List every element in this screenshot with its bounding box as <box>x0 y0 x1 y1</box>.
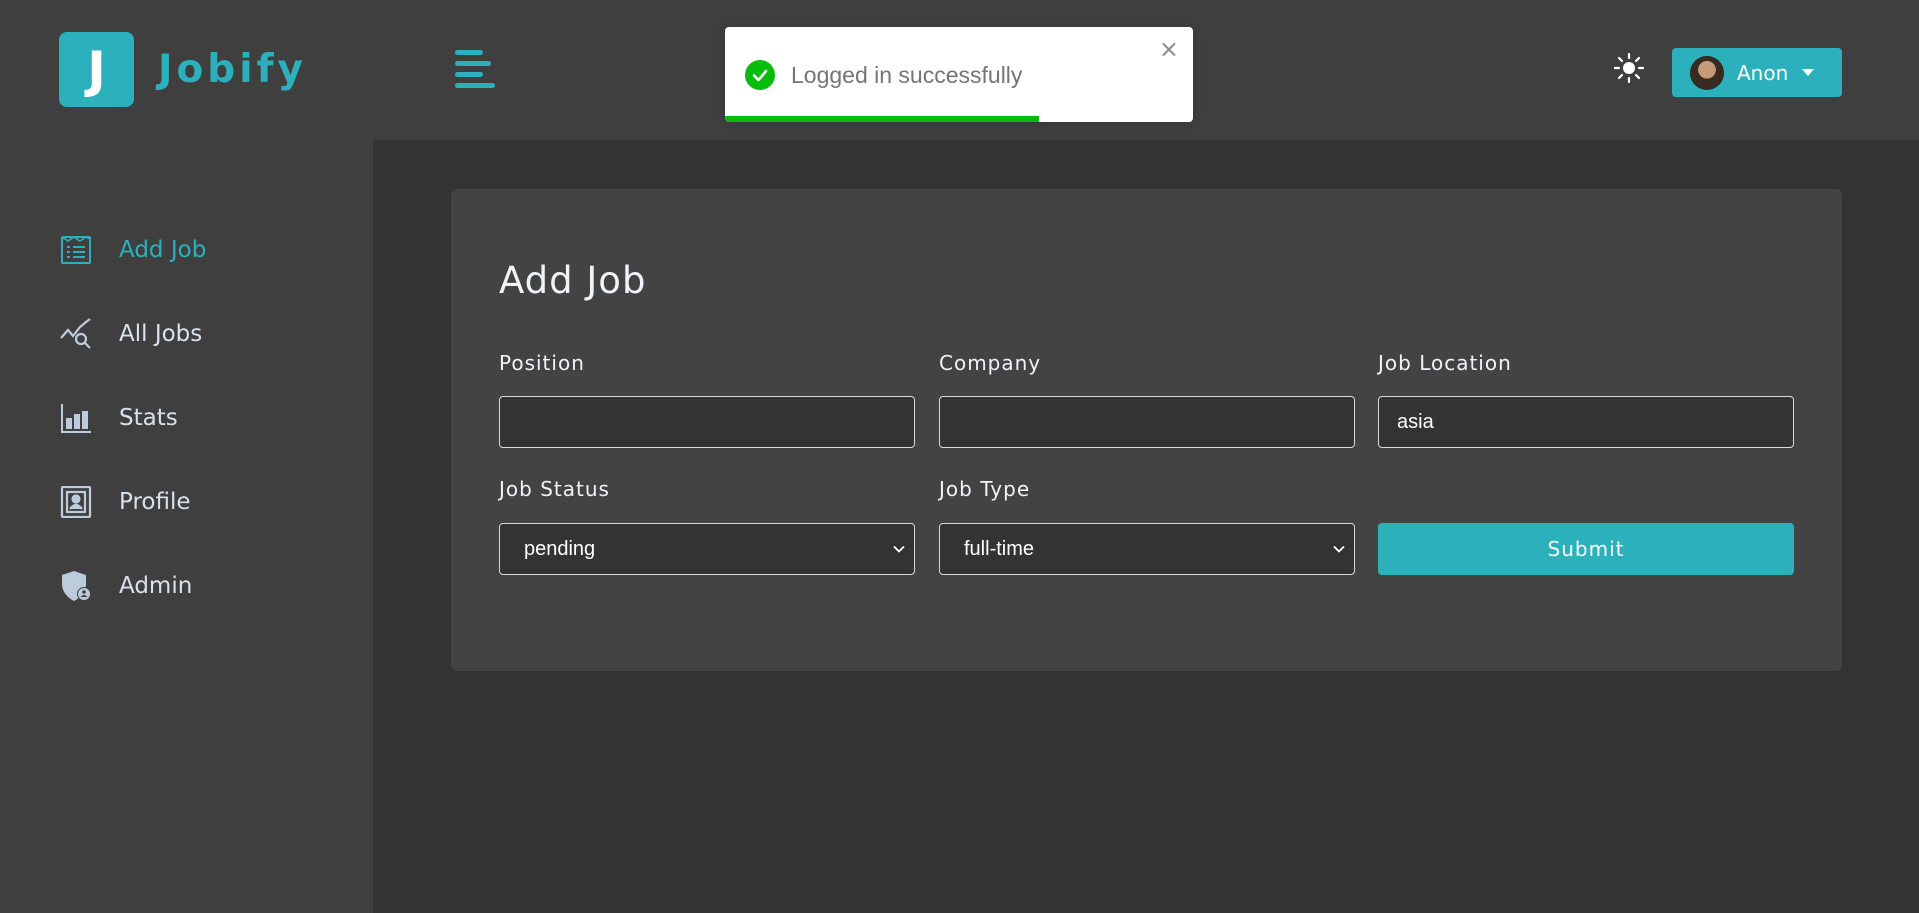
company-label: Company <box>939 351 1042 375</box>
add-job-panel: Add Job Position Company Job Location Jo… <box>451 189 1842 671</box>
job-status-select[interactable]: pending <box>499 523 915 575</box>
sidebar-item-stats[interactable]: Stats <box>59 376 206 460</box>
check-circle-icon <box>745 60 775 90</box>
job-location-input[interactable] <box>1378 396 1794 448</box>
close-icon[interactable]: × <box>1159 37 1179 61</box>
job-type-value: full-time <box>964 537 1035 560</box>
chevron-down-icon <box>893 545 905 553</box>
user-name: Anon <box>1737 60 1789 85</box>
position-input[interactable] <box>499 396 915 448</box>
position-label: Position <box>499 351 585 375</box>
app: J Jobify Add Job All Jobs Stats Profile … <box>0 0 1919 913</box>
sidebar-item-profile[interactable]: Profile <box>59 460 206 544</box>
sidebar-nav: Add Job All Jobs Stats Profile Admin <box>59 208 206 628</box>
add-job-icon <box>59 233 93 267</box>
chevron-down-icon <box>1333 545 1345 553</box>
sidebar: J Jobify Add Job All Jobs Stats Profile … <box>0 0 373 913</box>
submit-button[interactable]: Submit <box>1378 523 1794 575</box>
logo-text: Jobify <box>158 47 307 92</box>
stats-icon <box>59 401 93 435</box>
job-type-select[interactable]: full-time <box>939 523 1355 575</box>
toast-notification: Logged in successfully × <box>725 27 1193 122</box>
logo: J Jobify <box>59 32 307 107</box>
sidebar-item-all-jobs[interactable]: All Jobs <box>59 292 206 376</box>
sidebar-item-label: All Jobs <box>119 321 203 347</box>
sidebar-item-label: Admin <box>119 573 193 599</box>
all-jobs-icon <box>59 317 93 351</box>
job-location-label: Job Location <box>1378 351 1512 375</box>
sidebar-item-add-job[interactable]: Add Job <box>59 208 206 292</box>
company-input[interactable] <box>939 396 1355 448</box>
sidebar-item-label: Add Job <box>119 237 207 263</box>
avatar <box>1690 55 1724 90</box>
job-type-label: Job Type <box>939 477 1031 501</box>
sidebar-item-label: Profile <box>119 489 191 515</box>
hamburger-icon[interactable] <box>455 50 495 90</box>
page-title: Add Job <box>499 259 647 302</box>
logo-mark: J <box>59 32 134 107</box>
job-status-label: Job Status <box>499 477 610 501</box>
toast-message: Logged in successfully <box>791 62 1023 88</box>
sidebar-item-label: Stats <box>119 405 178 431</box>
profile-icon <box>59 485 93 519</box>
job-status-value: pending <box>524 537 596 560</box>
caret-down-icon <box>1802 69 1815 76</box>
sun-icon[interactable] <box>1613 52 1645 84</box>
sidebar-item-admin[interactable]: Admin <box>59 544 206 628</box>
admin-icon <box>59 569 93 603</box>
toast-progress-track <box>725 116 1193 122</box>
user-menu-button[interactable]: Anon <box>1672 48 1842 97</box>
toast-progress-bar <box>725 116 1039 122</box>
